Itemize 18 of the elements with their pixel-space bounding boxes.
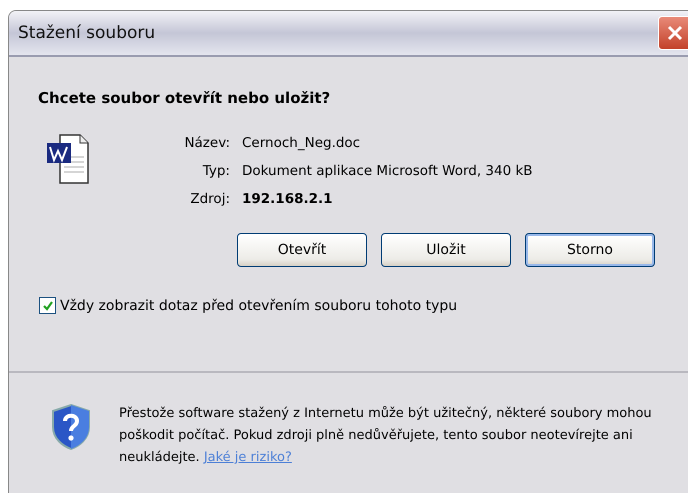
checkbox-label: Vždy zobrazit dotaz před otevřením souboru tohoto typu — [60, 298, 458, 314]
checkbox[interactable] — [39, 297, 56, 314]
dialog-button[interactable]: Otevřít — [237, 233, 367, 267]
field-label: Typ: — [202, 163, 230, 179]
field-value: 192.168.2.1 — [242, 191, 334, 207]
shield-question-icon — [51, 403, 91, 451]
field-label: Zdroj: — [189, 191, 230, 207]
dialog-button[interactable]: Uložit — [381, 233, 511, 267]
window-title: Stažení souboru — [18, 23, 156, 43]
question-heading: Chcete soubor otevřít nebo uložit? — [38, 88, 332, 107]
field-label: Název: — [183, 135, 230, 151]
word-document-icon — [46, 133, 90, 185]
dialog-button[interactable]: Storno — [525, 233, 655, 267]
field-value: Cernoch_Neg.doc — [242, 135, 362, 151]
warning-text: Přestože software stažený z Internetu může být užitečný, některé soubory mohou poškodit počítač. Pokud zdroji plně nedůvěřujete, tento soubor neotevírejte ani neukládejte. Jaké je riziko? — [119, 405, 653, 467]
field-value: Dokument aplikace Microsoft Word, 340 kB — [242, 163, 533, 179]
close-icon — [667, 25, 683, 41]
close-button[interactable] — [658, 16, 688, 50]
